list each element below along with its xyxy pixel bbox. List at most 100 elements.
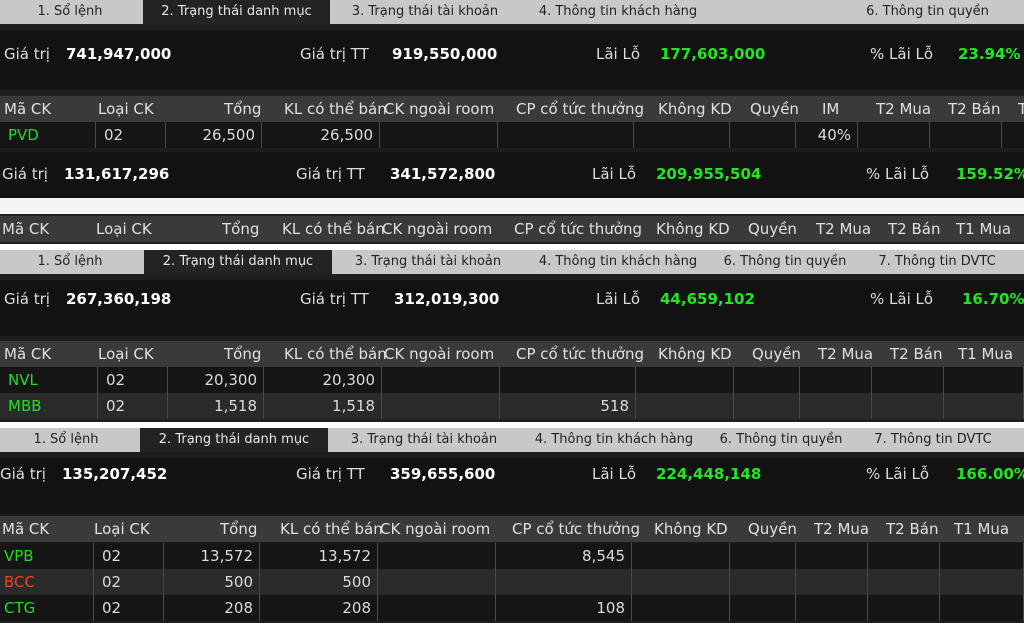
tab-thong-tin-khach-hang[interactable]: 4. Thông tin khách hàng bbox=[526, 428, 702, 452]
tab-thong-tin-dvtc[interactable]: 7. Thông tin DVTC bbox=[866, 250, 1008, 274]
cell-t2-mua bbox=[800, 367, 872, 393]
col-kl-co-the-ban[interactable]: KL có thể bán bbox=[284, 341, 387, 367]
cell-kl: 20,300 bbox=[264, 367, 382, 393]
col-khong-kd[interactable]: Không KD bbox=[654, 516, 728, 542]
cell-t2-mua bbox=[796, 569, 868, 595]
col-kl-co-the-ban[interactable]: KL có thể bán bbox=[280, 516, 383, 542]
col-cp-co-tuc-thuong[interactable]: CP cổ tức thưởng bbox=[512, 516, 640, 542]
col-khong-kd[interactable]: Không KD bbox=[656, 216, 730, 242]
gia-tri-value: 131,617,296 bbox=[64, 165, 170, 183]
cell-quyen bbox=[730, 595, 796, 621]
pct-lai-lo-label: % Lãi Lỗ bbox=[870, 290, 934, 308]
tab-thong-tin-quyen[interactable]: 6. Thông tin quyền bbox=[718, 250, 852, 274]
col-ck-ngoai-room[interactable]: CK ngoài room bbox=[384, 96, 494, 122]
tab-bar: 1. Sổ lệnh 2. Trạng thái danh mục 3. Trạ… bbox=[0, 428, 1024, 452]
tab-trang-thai-danh-muc[interactable]: 2. Trạng thái danh mục bbox=[143, 0, 330, 24]
col-ma-ck[interactable]: Mã CK bbox=[4, 96, 51, 122]
col-ma-ck[interactable]: Mã CK bbox=[2, 516, 49, 542]
col-t2-mua[interactable]: T2 Mua bbox=[816, 216, 871, 242]
col-ck-ngoai-room[interactable]: CK ngoài room bbox=[380, 516, 490, 542]
col-t1-mua[interactable]: T1 Mua bbox=[958, 341, 1013, 367]
tab-bar: 1. Sổ lệnh 2. Trạng thái danh mục 3. Trạ… bbox=[0, 250, 1024, 274]
col-tong[interactable]: Tổng bbox=[222, 216, 259, 242]
cell-t2-mua bbox=[796, 543, 868, 569]
cell-kl: 500 bbox=[260, 569, 378, 595]
cell-tong: 208 bbox=[164, 595, 260, 621]
pct-lai-lo-label: % Lãi Lỗ bbox=[866, 165, 930, 183]
col-tong[interactable]: Tổng bbox=[224, 96, 261, 122]
tab-so-lenh[interactable]: 1. Sổ lệnh bbox=[10, 250, 130, 274]
col-cp-co-tuc-thuong[interactable]: CP cổ tức thưởng bbox=[514, 216, 642, 242]
cell-cp-co-tuc bbox=[496, 569, 632, 595]
tab-thong-tin-khach-hang[interactable]: 4. Thông tin khách hàng bbox=[530, 250, 706, 274]
cell-khong-kd bbox=[632, 569, 730, 595]
col-t-trunc[interactable]: T bbox=[1018, 96, 1024, 122]
col-ck-ngoai-room[interactable]: CK ngoài room bbox=[384, 341, 494, 367]
table-row[interactable]: NVL 02 20,300 20,300 bbox=[0, 367, 1024, 393]
col-loai-ck[interactable]: Loại CK bbox=[96, 216, 152, 242]
col-kl-co-the-ban[interactable]: KL có thể bán bbox=[282, 216, 385, 242]
col-quyen[interactable]: Quyền bbox=[752, 341, 801, 367]
col-t2-mua[interactable]: T2 Mua bbox=[876, 96, 931, 122]
cell-t1-mua bbox=[944, 393, 1024, 419]
col-ck-ngoai-room[interactable]: CK ngoài room bbox=[382, 216, 492, 242]
col-t2-ban[interactable]: T2 Bán bbox=[888, 216, 940, 242]
cell-quyen bbox=[730, 543, 796, 569]
col-cp-co-tuc-thuong[interactable]: CP cổ tức thưởng bbox=[516, 96, 644, 122]
col-loai-ck[interactable]: Loại CK bbox=[94, 516, 150, 542]
cell-ck-ngoai-room bbox=[382, 393, 500, 419]
col-t2-ban[interactable]: T2 Bán bbox=[890, 341, 942, 367]
tab-so-lenh[interactable]: 1. Sổ lệnh bbox=[6, 428, 126, 452]
table-row[interactable]: VPB 02 13,572 13,572 8,545 bbox=[0, 543, 1024, 569]
tab-trang-thai-danh-muc[interactable]: 2. Trạng thái danh mục bbox=[140, 428, 328, 452]
col-t2-ban[interactable]: T2 Bán bbox=[886, 516, 938, 542]
col-quyen[interactable]: Quyền bbox=[748, 516, 797, 542]
tab-trang-thai-tai-khoan[interactable]: 3. Trạng thái tài khoản bbox=[345, 0, 505, 24]
tab-thong-tin-dvtc[interactable]: 7. Thông tin DVTC bbox=[862, 428, 1004, 452]
cell-ck-ngoai-room bbox=[380, 122, 498, 148]
cell-ma-ck: PVD bbox=[0, 122, 96, 148]
table-row[interactable]: CTG 02 208 208 108 bbox=[0, 595, 1024, 621]
col-loai-ck[interactable]: Loại CK bbox=[98, 96, 154, 122]
cell-khong-kd bbox=[636, 367, 734, 393]
col-t1-mua[interactable]: T1 Mua bbox=[954, 516, 1009, 542]
col-t1-mua[interactable]: T1 Mua bbox=[956, 216, 1011, 242]
tab-thong-tin-quyen[interactable]: 6. Thông tin quyền bbox=[714, 428, 848, 452]
cell-t1-mua bbox=[940, 595, 1024, 621]
tab-thong-tin-khach-hang[interactable]: 4. Thông tin khách hàng bbox=[528, 0, 708, 24]
cell-kl: 1,518 bbox=[264, 393, 382, 419]
col-t2-mua[interactable]: T2 Mua bbox=[818, 341, 873, 367]
col-quyen[interactable]: Quyền bbox=[748, 216, 797, 242]
cell-t2-mua bbox=[800, 393, 872, 419]
tab-thong-tin-quyen[interactable]: 6. Thông tin quyền bbox=[855, 0, 1000, 24]
cell-khong-kd bbox=[632, 595, 730, 621]
col-ma-ck[interactable]: Mã CK bbox=[2, 216, 49, 242]
table-row[interactable]: PVD 02 26,500 26,500 40% bbox=[0, 122, 1024, 148]
cell-cp-co-tuc: 8,545 bbox=[496, 543, 632, 569]
col-tong[interactable]: Tổng bbox=[220, 516, 257, 542]
portfolio-panel-4: 1. Sổ lệnh 2. Trạng thái danh mục 3. Trạ… bbox=[0, 428, 1024, 623]
col-khong-kd[interactable]: Không KD bbox=[658, 341, 732, 367]
col-tong[interactable]: Tổng bbox=[224, 341, 261, 367]
col-kl-co-the-ban[interactable]: KL có thể bán bbox=[284, 96, 387, 122]
tab-so-lenh[interactable]: 1. Sổ lệnh bbox=[10, 0, 130, 24]
table-row[interactable]: BCC 02 500 500 bbox=[0, 569, 1024, 595]
table-row[interactable]: MBB 02 1,518 1,518 518 bbox=[0, 393, 1024, 419]
cell-ma-ck: MBB bbox=[0, 393, 98, 419]
tab-trang-thai-danh-muc[interactable]: 2. Trạng thái danh mục bbox=[144, 250, 332, 274]
col-quyen[interactable]: Quyền bbox=[750, 96, 799, 122]
col-ma-ck[interactable]: Mã CK bbox=[4, 341, 51, 367]
tab-trang-thai-tai-khoan[interactable]: 3. Trạng thái tài khoản bbox=[346, 250, 510, 274]
col-khong-kd[interactable]: Không KD bbox=[658, 96, 732, 122]
col-loai-ck[interactable]: Loại CK bbox=[98, 341, 154, 367]
cell-tong: 1,518 bbox=[168, 393, 264, 419]
col-t2-mua[interactable]: T2 Mua bbox=[814, 516, 869, 542]
col-t2-ban[interactable]: T2 Bán bbox=[948, 96, 1000, 122]
col-cp-co-tuc-thuong[interactable]: CP cổ tức thưởng bbox=[516, 341, 644, 367]
gia-tri-value: 741,947,000 bbox=[66, 45, 172, 63]
cell-ma-ck: CTG bbox=[0, 595, 94, 621]
cell-t2-ban bbox=[872, 367, 944, 393]
tab-trang-thai-tai-khoan[interactable]: 3. Trạng thái tài khoản bbox=[342, 428, 506, 452]
col-im[interactable]: IM bbox=[822, 96, 839, 122]
cell-quyen bbox=[730, 122, 796, 148]
